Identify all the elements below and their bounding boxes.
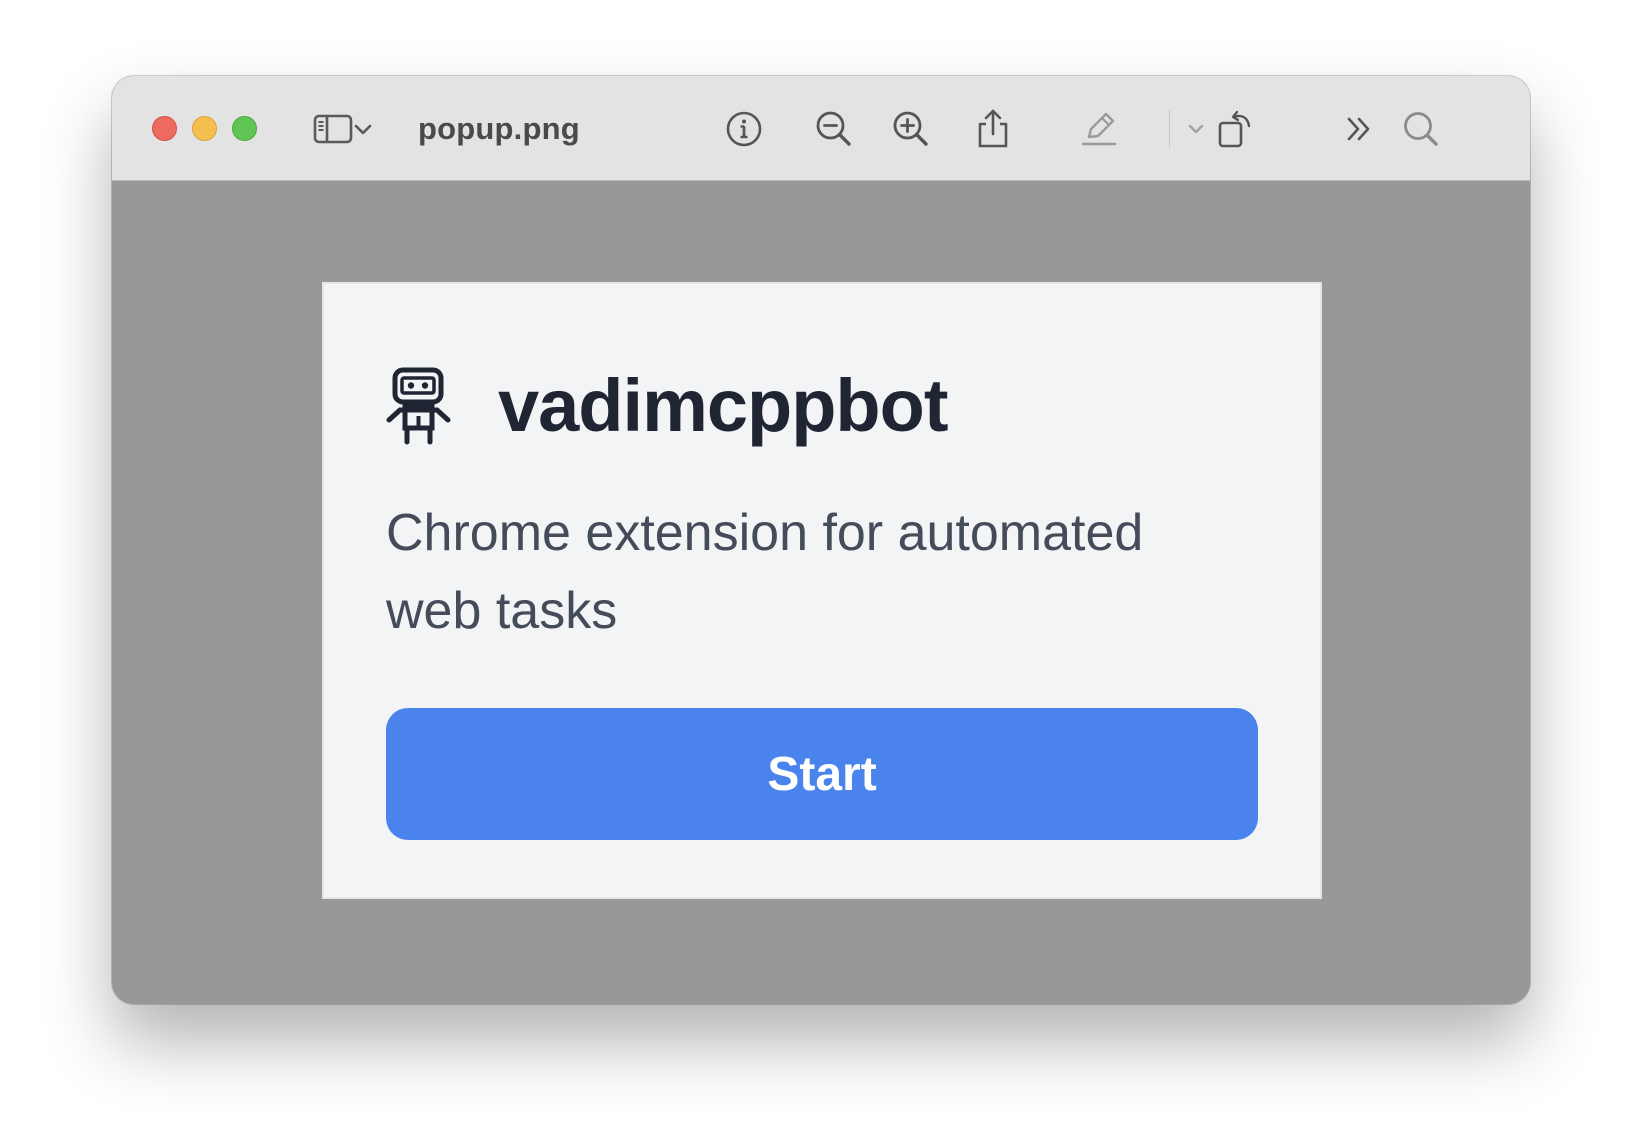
close-window-button[interactable] xyxy=(152,116,177,141)
more-tools-button[interactable] xyxy=(1336,106,1382,152)
chevron-down-icon xyxy=(353,122,373,136)
zoom-window-button[interactable] xyxy=(232,116,257,141)
toolbar-divider xyxy=(1169,110,1170,148)
zoom-out-icon xyxy=(814,109,854,149)
popup-header: vadimcppbot xyxy=(386,364,948,448)
more-icon xyxy=(1343,114,1375,144)
chevron-down-icon xyxy=(1187,123,1205,135)
app-tagline: Chrome extension for automated web tasks xyxy=(386,504,1144,640)
search-icon xyxy=(1401,109,1441,149)
zoom-out-button[interactable] xyxy=(811,106,857,152)
app-name: vadimcppbot xyxy=(498,364,948,447)
robot-icon xyxy=(386,366,456,446)
share-button[interactable] xyxy=(970,106,1016,152)
extension-popup-image: vadimcppbot Chrome extension for automat… xyxy=(322,282,1322,899)
zoom-in-button[interactable] xyxy=(888,106,934,152)
minimize-window-button[interactable] xyxy=(192,116,217,141)
image-canvas: vadimcppbot Chrome extension for automat… xyxy=(112,181,1530,1004)
start-button[interactable]: Start xyxy=(386,708,1258,840)
markup-pencil-icon xyxy=(1079,109,1119,149)
sidebar-icon xyxy=(313,113,353,145)
sidebar-menu-button[interactable] xyxy=(348,106,378,152)
window-titlebar: popup.png xyxy=(112,76,1530,181)
info-icon xyxy=(724,109,764,149)
zoom-in-icon xyxy=(891,109,931,149)
rotate-icon xyxy=(1215,108,1255,150)
share-icon xyxy=(975,108,1011,150)
markup-button[interactable] xyxy=(1076,106,1122,152)
rotate-button[interactable] xyxy=(1212,106,1258,152)
search-button[interactable] xyxy=(1398,106,1444,152)
info-button[interactable] xyxy=(721,106,767,152)
preview-window: popup.png vadimcppbot Chrome extension f… xyxy=(112,76,1530,1004)
document-title: popup.png xyxy=(418,111,580,146)
markup-menu-button[interactable] xyxy=(1181,106,1211,152)
